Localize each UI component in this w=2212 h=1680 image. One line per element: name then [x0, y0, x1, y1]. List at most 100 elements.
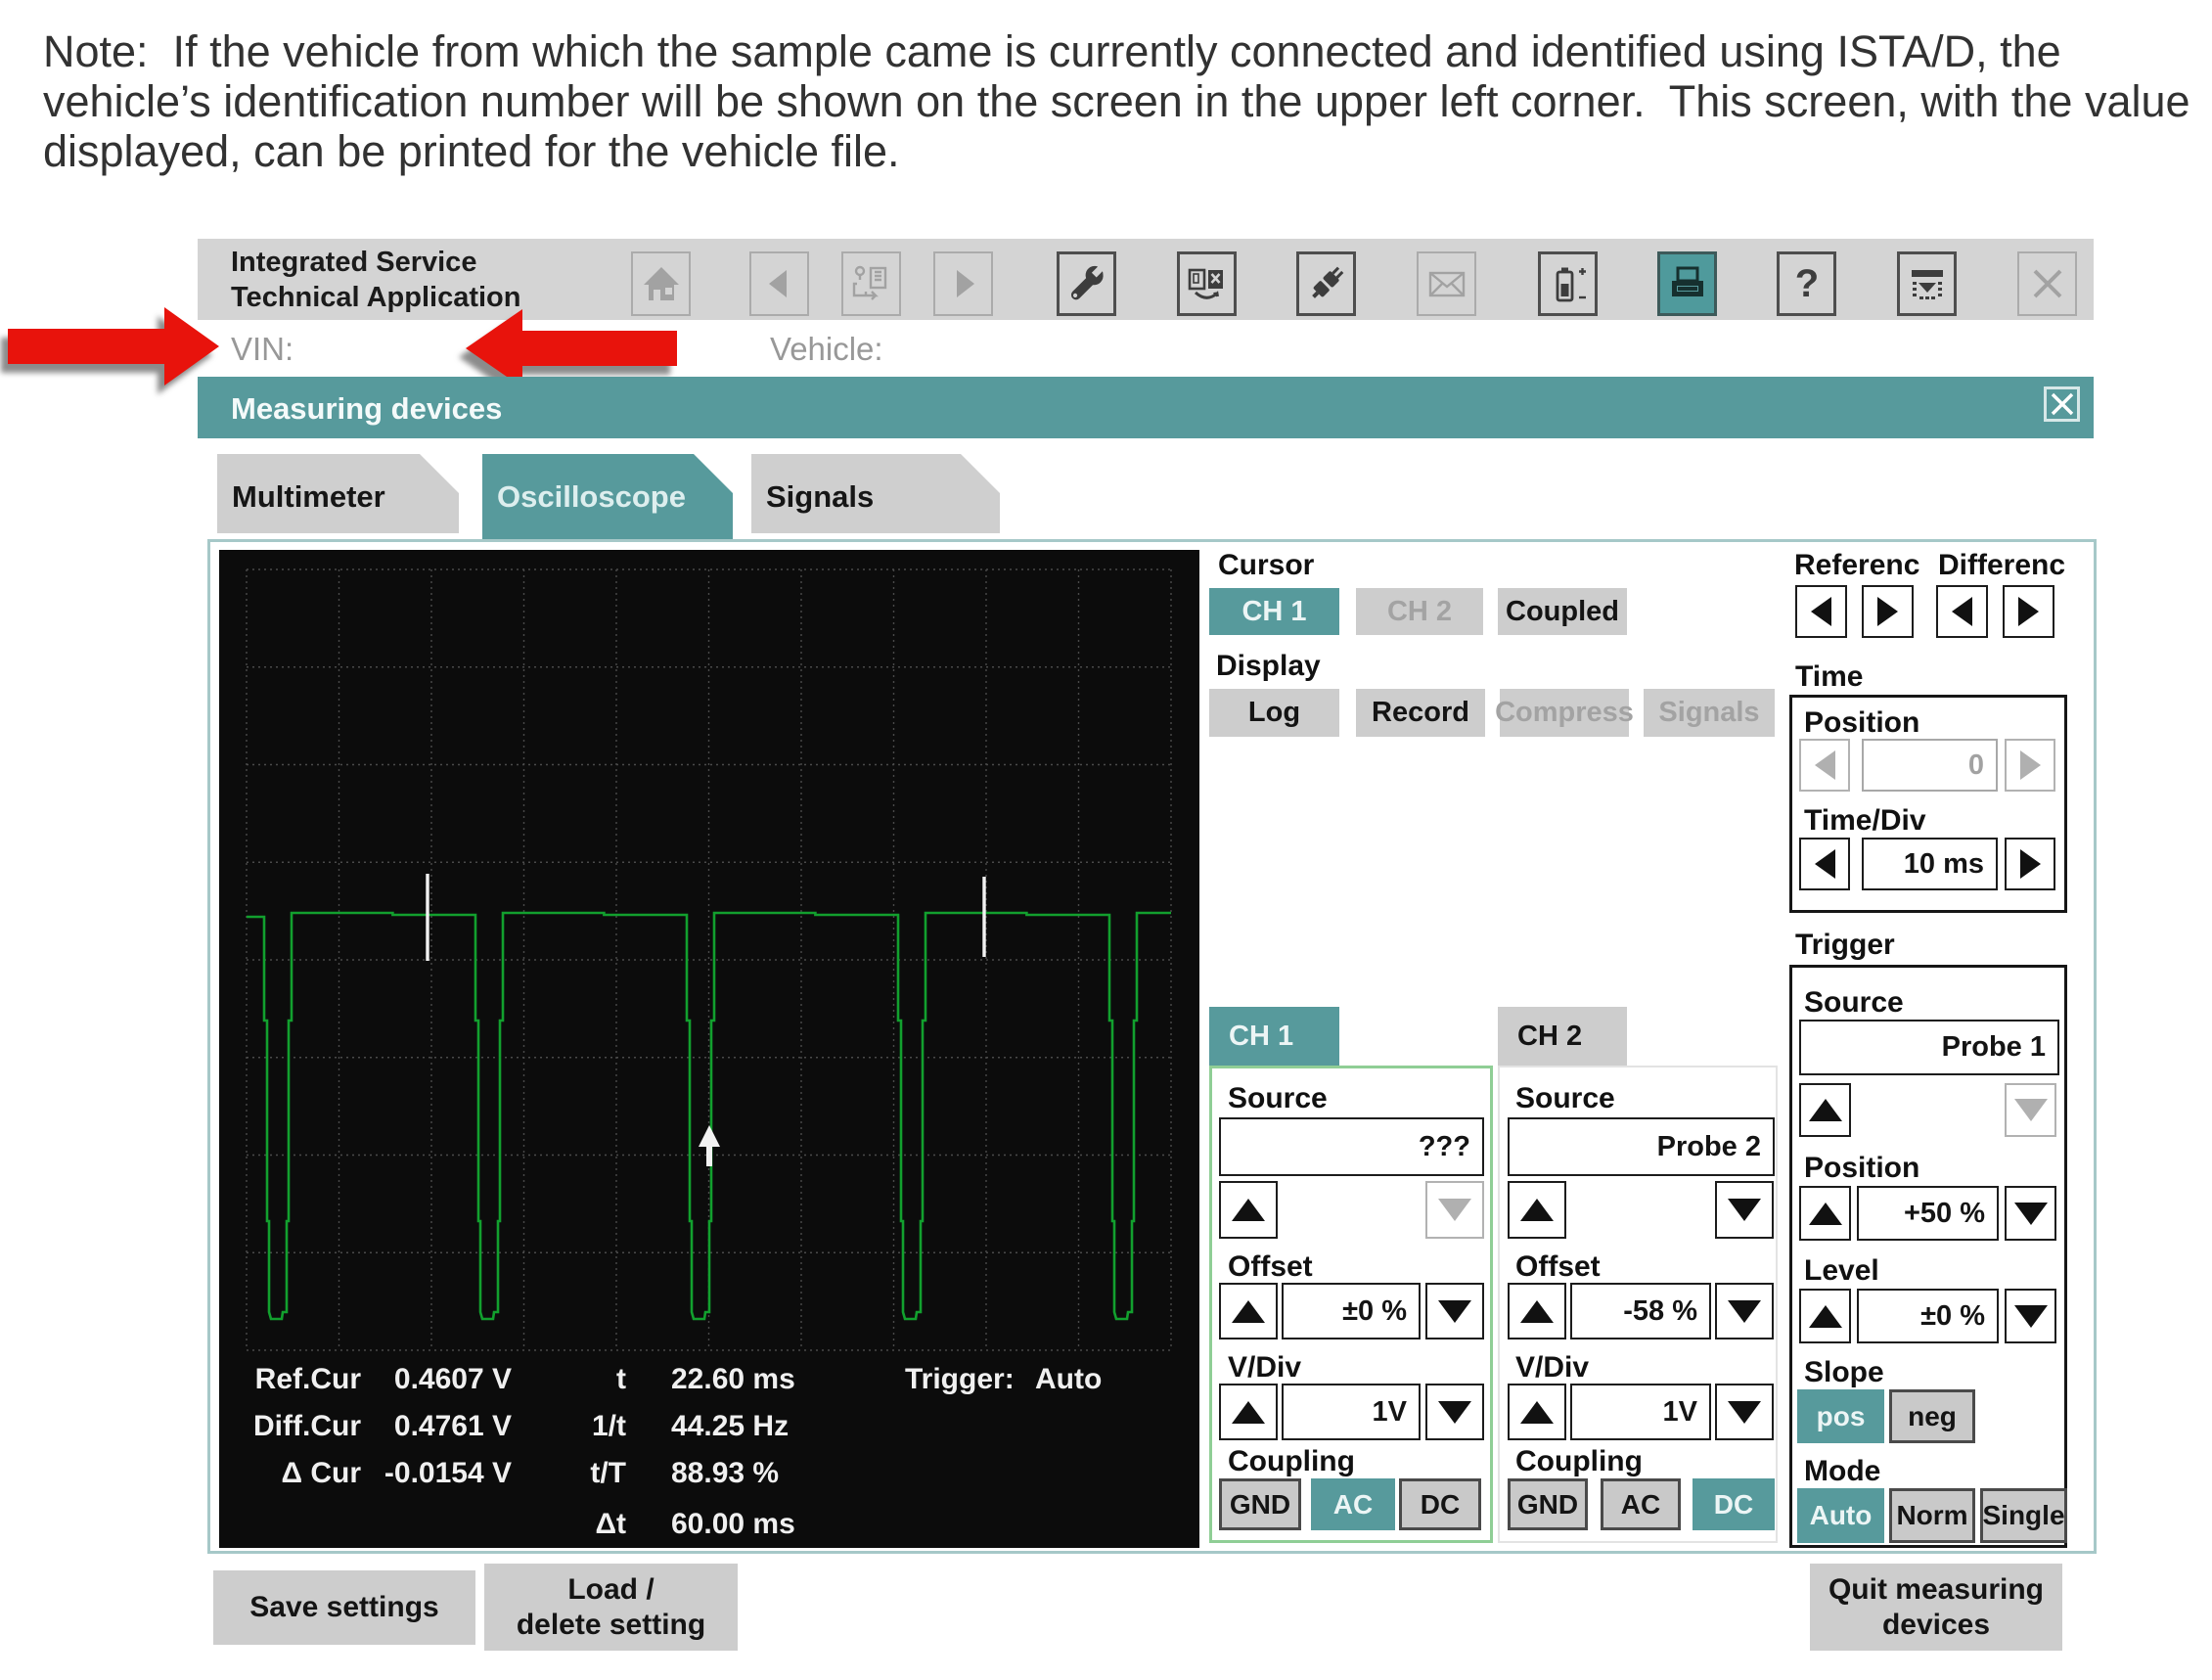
arrow-up-icon — [1520, 1401, 1554, 1424]
trigger-source-up-button[interactable] — [1799, 1083, 1851, 1137]
cursor-section-label: Cursor — [1218, 549, 1314, 582]
tab-signals[interactable]: Signals — [751, 454, 1000, 533]
tab-multimeter[interactable]: Multimeter — [217, 454, 459, 533]
ch2-vdiv-down-button[interactable] — [1715, 1384, 1774, 1440]
window-close-button[interactable] — [2044, 386, 2080, 422]
ch1-offset-field[interactable]: ±0 % — [1282, 1283, 1421, 1339]
ch1-tab[interactable]: CH 1 — [1209, 1007, 1339, 1066]
ch1-offset-down-button[interactable] — [1425, 1283, 1484, 1339]
tab-oscilloscope[interactable]: Oscilloscope — [482, 454, 733, 539]
differenc-prev-button[interactable] — [1936, 585, 1988, 638]
toolbar-battery-icon[interactable] — [1538, 251, 1598, 316]
time-position-prev-button[interactable] — [1799, 739, 1850, 792]
toolbar-connector-icon[interactable] — [1296, 251, 1356, 316]
ch2-vdiv-field[interactable]: 1V — [1570, 1384, 1711, 1440]
timediv-field[interactable]: 10 ms — [1862, 838, 1998, 890]
load-delete-setting-button[interactable]: Load / delete setting — [484, 1564, 738, 1651]
trigger-position-label: Position — [1804, 1152, 1919, 1185]
differenc-next-button[interactable] — [2003, 585, 2054, 638]
ch2-coupling-ac-button[interactable]: AC — [1601, 1478, 1681, 1530]
slope-neg-button[interactable]: neg — [1889, 1389, 1975, 1443]
toolbar-close-icon — [2017, 251, 2077, 316]
arrow-down-icon — [1438, 1300, 1471, 1323]
arrow-right-icon — [2020, 849, 2041, 879]
ch1-vdiv-up-button[interactable] — [1219, 1384, 1278, 1440]
toolbar-help-icon[interactable]: ? — [1777, 251, 1836, 316]
svg-text:?: ? — [1794, 262, 1818, 305]
quit-measuring-devices-button[interactable]: Quit measuring devices — [1810, 1564, 2062, 1651]
readout-refcur-value: 0.4607 V — [293, 1363, 512, 1396]
arrow-down-icon — [1728, 1199, 1761, 1221]
trigger-position-up-button[interactable] — [1799, 1186, 1851, 1241]
trigger-level-field[interactable]: ±0 % — [1857, 1289, 1999, 1343]
ch1-offset-up-button[interactable] — [1219, 1283, 1278, 1339]
arrow-down-icon — [2014, 1099, 2048, 1121]
arrow-up-icon — [1520, 1199, 1554, 1221]
arrow-left-icon — [1811, 597, 1831, 626]
display-record-button[interactable]: Record — [1356, 689, 1485, 737]
mode-single-button[interactable]: Single — [1980, 1488, 2067, 1543]
trigger-position-down-button[interactable] — [2005, 1186, 2056, 1241]
toolbar-wrench-icon[interactable] — [1057, 251, 1116, 316]
ch2-coupling-dc-button[interactable]: DC — [1693, 1478, 1775, 1530]
cursor-ch2-button[interactable]: CH 2 — [1356, 588, 1483, 635]
arrow-right-icon — [1877, 597, 1898, 626]
toolbar-screens-icon[interactable] — [1177, 251, 1237, 316]
ch2-offset-field[interactable]: -58 % — [1570, 1283, 1711, 1339]
arrow-down-icon — [1728, 1401, 1761, 1424]
ch1-vdiv-field[interactable]: 1V — [1282, 1384, 1421, 1440]
red-arrow-left-icon — [462, 305, 677, 387]
readout-dt-label: Δt — [548, 1508, 626, 1541]
ch2-coupling-gnd-button[interactable]: GND — [1508, 1478, 1588, 1530]
ch1-coupling-ac-button[interactable]: AC — [1311, 1478, 1395, 1530]
ch2-vdiv-up-button[interactable] — [1508, 1384, 1566, 1440]
time-position-field[interactable]: 0 — [1862, 739, 1998, 792]
ch2-offset-up-button[interactable] — [1508, 1283, 1566, 1339]
trigger-position-field[interactable]: +50 % — [1857, 1186, 1999, 1241]
ch2-coupling-label: Coupling — [1515, 1445, 1643, 1478]
referenc-next-button[interactable] — [1862, 585, 1914, 638]
readout-1t-value: 44.25 Hz — [671, 1410, 789, 1443]
trigger-level-up-button[interactable] — [1799, 1289, 1851, 1343]
ch2-tab[interactable]: CH 2 — [1498, 1007, 1627, 1066]
trigger-source-field[interactable]: Probe 1 — [1799, 1020, 2059, 1075]
mode-auto-button[interactable]: Auto — [1797, 1488, 1884, 1543]
mode-norm-button[interactable]: Norm — [1889, 1488, 1975, 1543]
readout-1t-label: 1/t — [548, 1410, 626, 1443]
trigger-source-down-button[interactable] — [2005, 1083, 2056, 1137]
trigger-slope-label: Slope — [1804, 1356, 1884, 1389]
ch1-vdiv-label: V/Div — [1228, 1351, 1301, 1385]
ch1-coupling-dc-button[interactable]: DC — [1399, 1478, 1481, 1530]
toolbar-printer-icon[interactable] — [1657, 251, 1717, 316]
readout-diffcur-value: 0.4761 V — [293, 1410, 512, 1443]
timediv-next-button[interactable] — [2005, 838, 2055, 890]
toolbar-worklist-icon[interactable] — [1897, 251, 1957, 316]
ch1-coupling-gnd-button[interactable]: GND — [1219, 1478, 1301, 1530]
ch2-source-down-button[interactable] — [1715, 1181, 1774, 1239]
display-signals-button[interactable]: Signals — [1644, 689, 1775, 737]
ch1-vdiv-down-button[interactable] — [1425, 1384, 1484, 1440]
scope-graph — [219, 550, 1199, 1548]
slope-pos-button[interactable]: pos — [1797, 1389, 1884, 1443]
ch1-source-up-button[interactable] — [1219, 1181, 1278, 1239]
ch1-source-label: Source — [1228, 1082, 1328, 1115]
ch2-source-label: Source — [1515, 1082, 1615, 1115]
ch1-offset-label: Offset — [1228, 1250, 1313, 1284]
ch2-source-up-button[interactable] — [1508, 1181, 1566, 1239]
display-compress-button[interactable]: Compress — [1500, 689, 1629, 737]
time-position-label: Position — [1804, 706, 1919, 740]
timediv-prev-button[interactable] — [1799, 838, 1850, 890]
cursor-coupled-button[interactable]: Coupled — [1498, 588, 1627, 635]
trigger-level-down-button[interactable] — [2005, 1289, 2056, 1343]
ch1-source-field[interactable]: ??? — [1219, 1117, 1484, 1176]
load-delete-label-line2: delete setting — [517, 1608, 705, 1643]
save-settings-button[interactable]: Save settings — [213, 1570, 475, 1645]
ch2-offset-down-button[interactable] — [1715, 1283, 1774, 1339]
cursor-ch1-button[interactable]: CH 1 — [1209, 588, 1339, 635]
ch1-source-down-button[interactable] — [1425, 1181, 1484, 1239]
ch2-source-field[interactable]: Probe 2 — [1508, 1117, 1775, 1176]
time-position-next-button[interactable] — [2005, 739, 2055, 792]
display-log-button[interactable]: Log — [1209, 689, 1339, 737]
arrow-down-icon — [1728, 1300, 1761, 1323]
referenc-prev-button[interactable] — [1795, 585, 1847, 638]
